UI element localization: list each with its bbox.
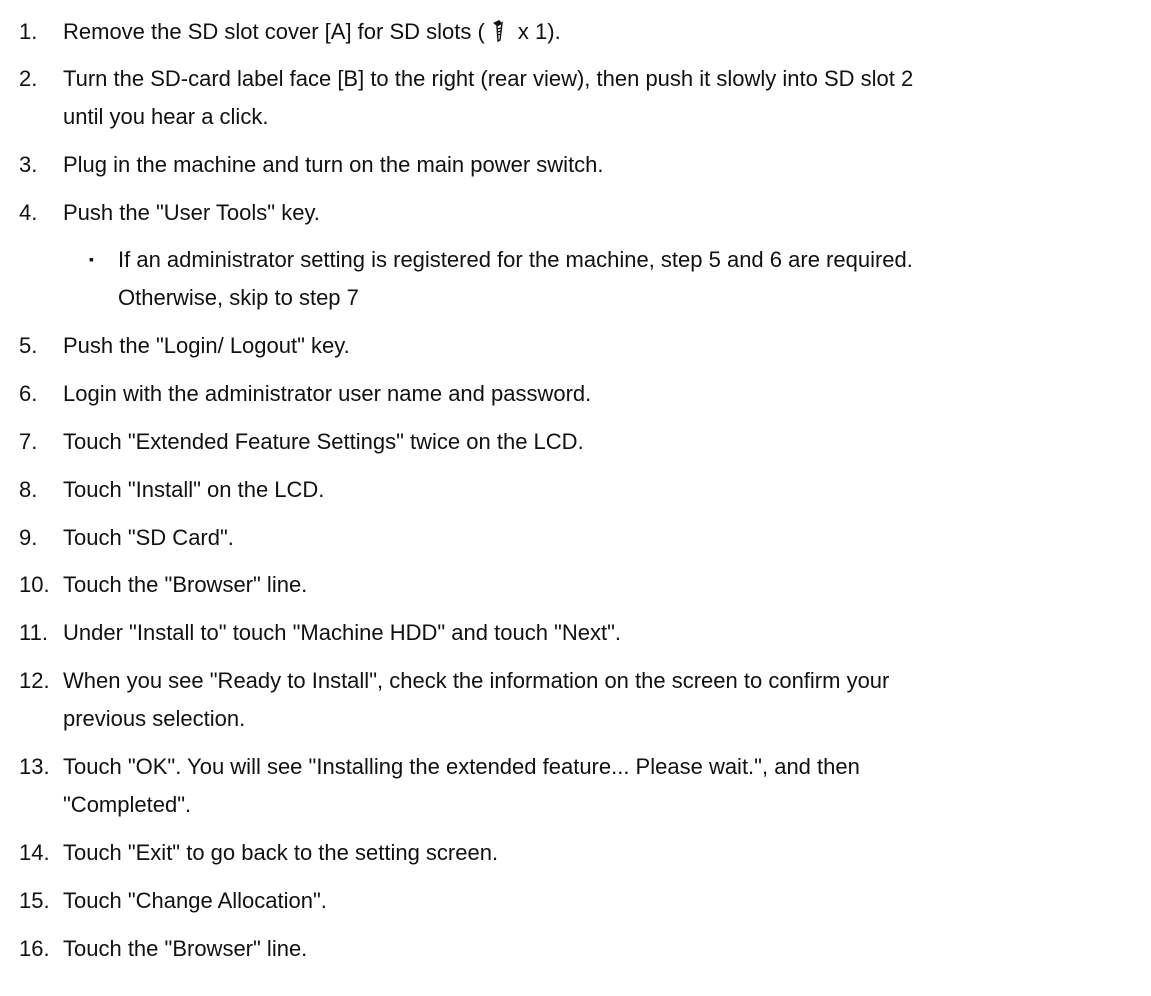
step-number: 7.	[19, 429, 38, 454]
step-text: Touch the "Browser" line.	[63, 936, 308, 961]
step-text: Touch "SD Card".	[63, 525, 234, 550]
step-text: Login with the administrator user name a…	[63, 381, 592, 406]
step-text: Push the "User Tools" key.	[63, 200, 320, 225]
note-text: If an administrator setting is registere…	[118, 247, 913, 272]
step-text: previous selection.	[63, 706, 246, 731]
step-number: 1.	[19, 19, 38, 44]
step-text: Push the "Login/ Logout" key.	[63, 333, 350, 358]
step-number: 15.	[19, 888, 50, 913]
step-text: Under "Install to" touch "Machine HDD" a…	[63, 620, 622, 645]
step-number: 10.	[19, 572, 50, 597]
step-text: Touch the "Browser" line.	[63, 572, 308, 597]
step-number: 5.	[19, 333, 38, 358]
step-number: 11.	[19, 620, 48, 645]
step-number: 3.	[19, 152, 38, 177]
step-text: Touch "OK". You will see "Installing the…	[63, 754, 860, 779]
step-text: Touch "Install" on the LCD.	[63, 477, 325, 502]
bullet-icon: ▪	[89, 251, 94, 267]
screw-icon	[492, 20, 503, 43]
step-number: 13.	[19, 754, 50, 779]
step-number: 6.	[19, 381, 38, 406]
step-number: 2.	[19, 66, 38, 91]
step-text: Remove the SD slot cover [A] for SD slot…	[63, 19, 561, 44]
step-number: 8.	[19, 477, 38, 502]
step-number: 9.	[19, 525, 38, 550]
step-text: When you see "Ready to Install", check t…	[63, 668, 890, 693]
step-text: until you hear a click.	[63, 104, 269, 129]
step-text: "Completed".	[63, 792, 192, 817]
step-text: Touch "Extended Feature Settings" twice …	[63, 429, 584, 454]
step-number: 14.	[19, 840, 50, 865]
step-text: Touch "Change Allocation".	[63, 888, 327, 913]
step-number: 16.	[19, 936, 50, 961]
step-number: 4.	[19, 200, 38, 225]
step-number: 12.	[19, 668, 50, 693]
note-text: Otherwise, skip to step 7	[118, 285, 359, 310]
step-text: Plug in the machine and turn on the main…	[63, 152, 604, 177]
step-text: Turn the SD-card label face [B] to the r…	[63, 66, 914, 91]
step-text: Touch "Exit" to go back to the setting s…	[63, 840, 499, 865]
